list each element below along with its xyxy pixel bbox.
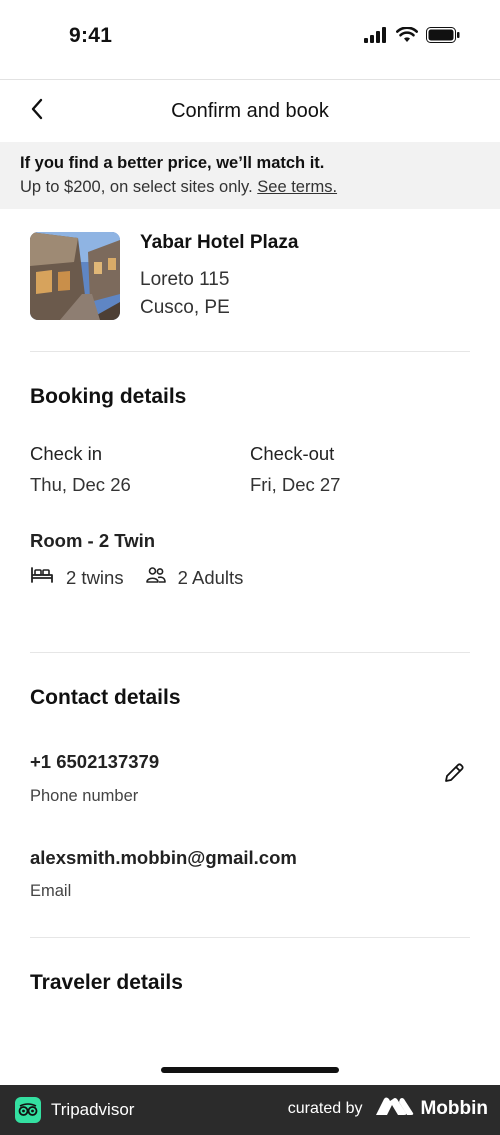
status-time: 9:41 bbox=[69, 24, 113, 47]
mobbin-logo-icon bbox=[376, 1097, 414, 1121]
hotel-address-line1: Loreto 115 bbox=[140, 269, 230, 290]
hotel-photo bbox=[30, 232, 120, 320]
price-match-headline: If you find a better price, we’ll match … bbox=[20, 154, 325, 172]
see-terms-link[interactable]: See terms. bbox=[257, 178, 337, 196]
hotel-address-line2: Cusco, PE bbox=[140, 297, 230, 318]
tripadvisor-logo-icon bbox=[15, 1097, 41, 1123]
beds-text: 2 twins bbox=[66, 566, 124, 588]
mobbin-label: Mobbin bbox=[420, 1098, 488, 1119]
wifi-icon bbox=[396, 26, 418, 48]
status-bar: 9:41 bbox=[0, 0, 500, 78]
guests-info: 2 Adults bbox=[145, 566, 244, 589]
mobbin-brand: Mobbin bbox=[376, 1097, 488, 1121]
section-divider bbox=[30, 351, 470, 352]
tripadvisor-label: Tripadvisor bbox=[51, 1100, 135, 1119]
price-match-detail-text: Up to $200, on select sites only. bbox=[20, 178, 253, 196]
status-icons bbox=[364, 26, 460, 48]
page-title: Confirm and book bbox=[171, 100, 329, 122]
check-out-label: Check-out bbox=[250, 443, 335, 464]
curated-by: curated by Mobbin bbox=[288, 1097, 488, 1121]
hotel-summary: Yabar Hotel Plaza Loreto 115 Cusco, PE bbox=[30, 232, 470, 322]
contact-details-title: Contact details bbox=[30, 686, 181, 709]
nav-header: Confirm and book bbox=[0, 80, 500, 142]
home-indicator[interactable] bbox=[161, 1067, 339, 1073]
tripadvisor-brand: Tripadvisor bbox=[15, 1097, 134, 1123]
phone-value: +1 6502137379 bbox=[30, 751, 160, 772]
room-meta: 2 twins 2 Adults bbox=[30, 566, 243, 589]
cellular-signal-icon bbox=[364, 27, 388, 48]
people-icon bbox=[145, 566, 166, 589]
bed-icon bbox=[30, 566, 54, 589]
section-divider bbox=[30, 937, 470, 938]
price-match-banner: If you find a better price, we’ll match … bbox=[0, 142, 500, 209]
edit-contact-button[interactable] bbox=[441, 762, 467, 788]
footer-bar: Tripadvisor curated by Mobbin bbox=[0, 1085, 500, 1135]
room-type: Room - 2 Twin bbox=[30, 530, 156, 551]
pencil-icon bbox=[442, 761, 466, 790]
hotel-name: Yabar Hotel Plaza bbox=[140, 232, 299, 253]
traveler-details-title: Traveler details bbox=[30, 971, 183, 994]
guests-text: 2 Adults bbox=[177, 566, 244, 588]
email-value: alexsmith.mobbin@gmail.com bbox=[30, 847, 297, 868]
section-divider bbox=[30, 652, 470, 653]
curated-by-label: curated by bbox=[287, 1100, 363, 1117]
check-in-label: Check in bbox=[30, 443, 102, 464]
booking-details-title: Booking details bbox=[30, 385, 187, 408]
battery-icon bbox=[426, 27, 460, 48]
phone-label: Phone number bbox=[30, 787, 139, 805]
traveler-preview-row bbox=[30, 1036, 130, 1044]
check-out-value: Fri, Dec 27 bbox=[250, 474, 341, 495]
email-label: Email bbox=[30, 882, 72, 900]
beds-info: 2 twins bbox=[30, 566, 124, 589]
check-in-value: Thu, Dec 26 bbox=[30, 474, 131, 495]
price-match-detail: Up to $200, on select sites only. See te… bbox=[20, 178, 480, 197]
